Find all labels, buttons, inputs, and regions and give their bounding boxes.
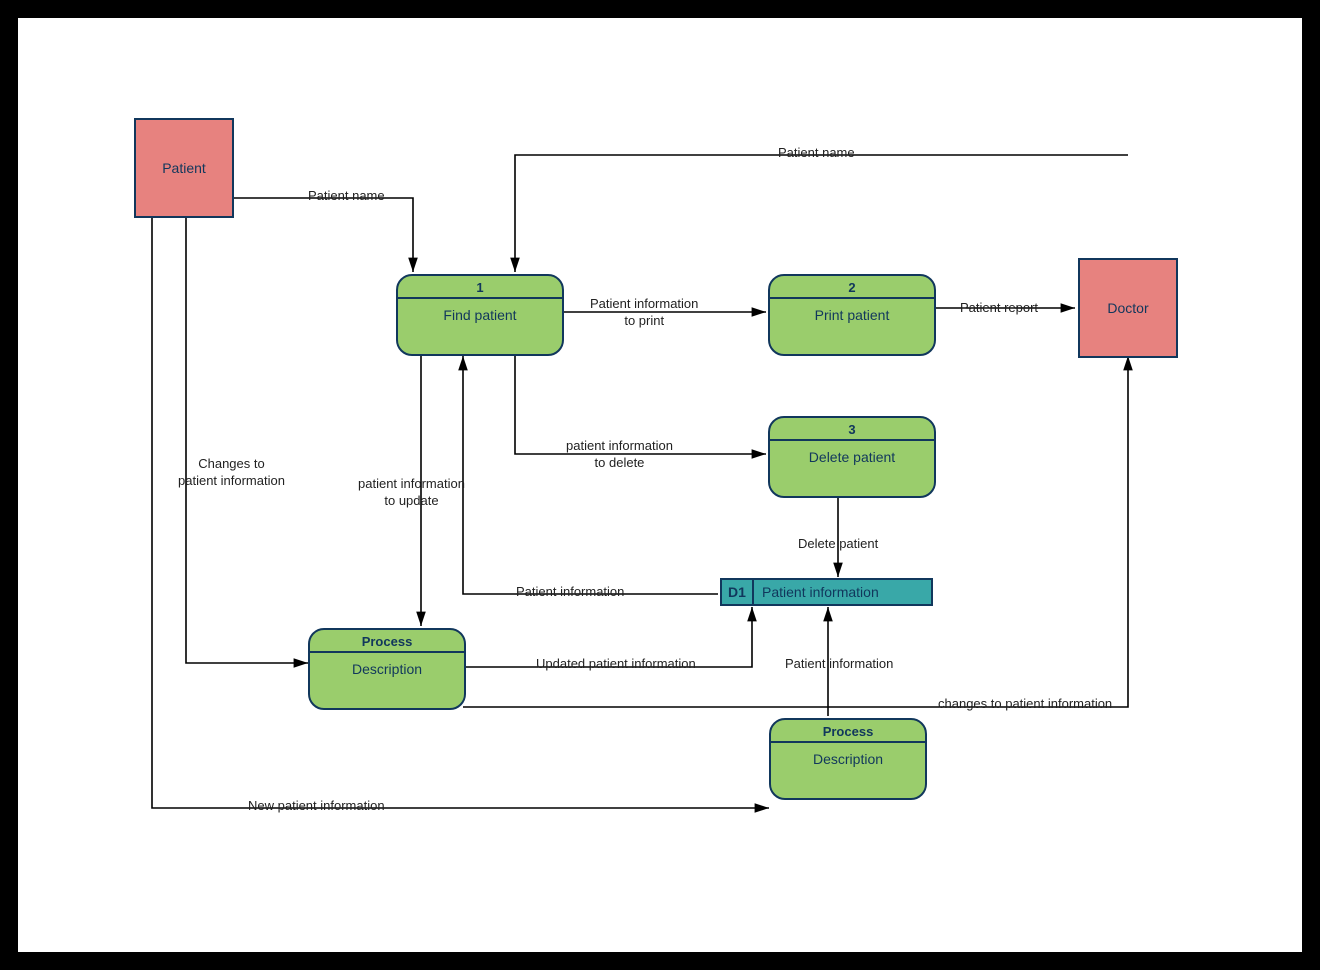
process-label: Print patient bbox=[770, 299, 934, 331]
process-number: 3 bbox=[770, 418, 934, 441]
flow-label: Patient information to print bbox=[590, 296, 698, 330]
process-delete-patient: 3 Delete patient bbox=[768, 416, 936, 498]
process-label: Delete patient bbox=[770, 441, 934, 473]
process-print-patient: 2 Print patient bbox=[768, 274, 936, 356]
process-number: Process bbox=[771, 720, 925, 743]
flow-label: Patient report bbox=[960, 300, 1038, 317]
flow-label: Delete patient bbox=[798, 536, 878, 553]
process-a: Process Description bbox=[308, 628, 466, 710]
frame: Patient Doctor 1 Find patient 2 Print pa… bbox=[0, 0, 1320, 970]
process-label: Description bbox=[771, 743, 925, 775]
flow-label: Updated patient information bbox=[536, 656, 696, 673]
process-number: 2 bbox=[770, 276, 934, 299]
flow-label: patient information to update bbox=[358, 476, 465, 510]
entity-doctor: Doctor bbox=[1078, 258, 1178, 358]
flow-label: patient information to delete bbox=[566, 438, 673, 472]
entity-patient: Patient bbox=[134, 118, 234, 218]
canvas: Patient Doctor 1 Find patient 2 Print pa… bbox=[18, 18, 1302, 952]
process-number: Process bbox=[310, 630, 464, 653]
process-label: Description bbox=[310, 653, 464, 685]
flow-label: New patient information bbox=[248, 798, 385, 815]
process-b: Process Description bbox=[769, 718, 927, 800]
flow-label: changes to patient information bbox=[938, 696, 1112, 713]
flow-label: Patient name bbox=[778, 145, 855, 162]
datastore-label: Patient information bbox=[754, 580, 931, 604]
flow-label: Patient name bbox=[308, 188, 385, 205]
flow-label: Changes to patient information bbox=[178, 456, 285, 490]
process-label: Find patient bbox=[398, 299, 562, 331]
datastore-id: D1 bbox=[722, 580, 754, 604]
flow-label: Patient information bbox=[516, 584, 624, 601]
entity-label: Doctor bbox=[1107, 300, 1148, 316]
entity-label: Patient bbox=[162, 160, 206, 176]
flow-label: Patient information bbox=[785, 656, 893, 673]
process-find-patient: 1 Find patient bbox=[396, 274, 564, 356]
process-number: 1 bbox=[398, 276, 562, 299]
datastore-d1: D1 Patient information bbox=[720, 578, 933, 606]
